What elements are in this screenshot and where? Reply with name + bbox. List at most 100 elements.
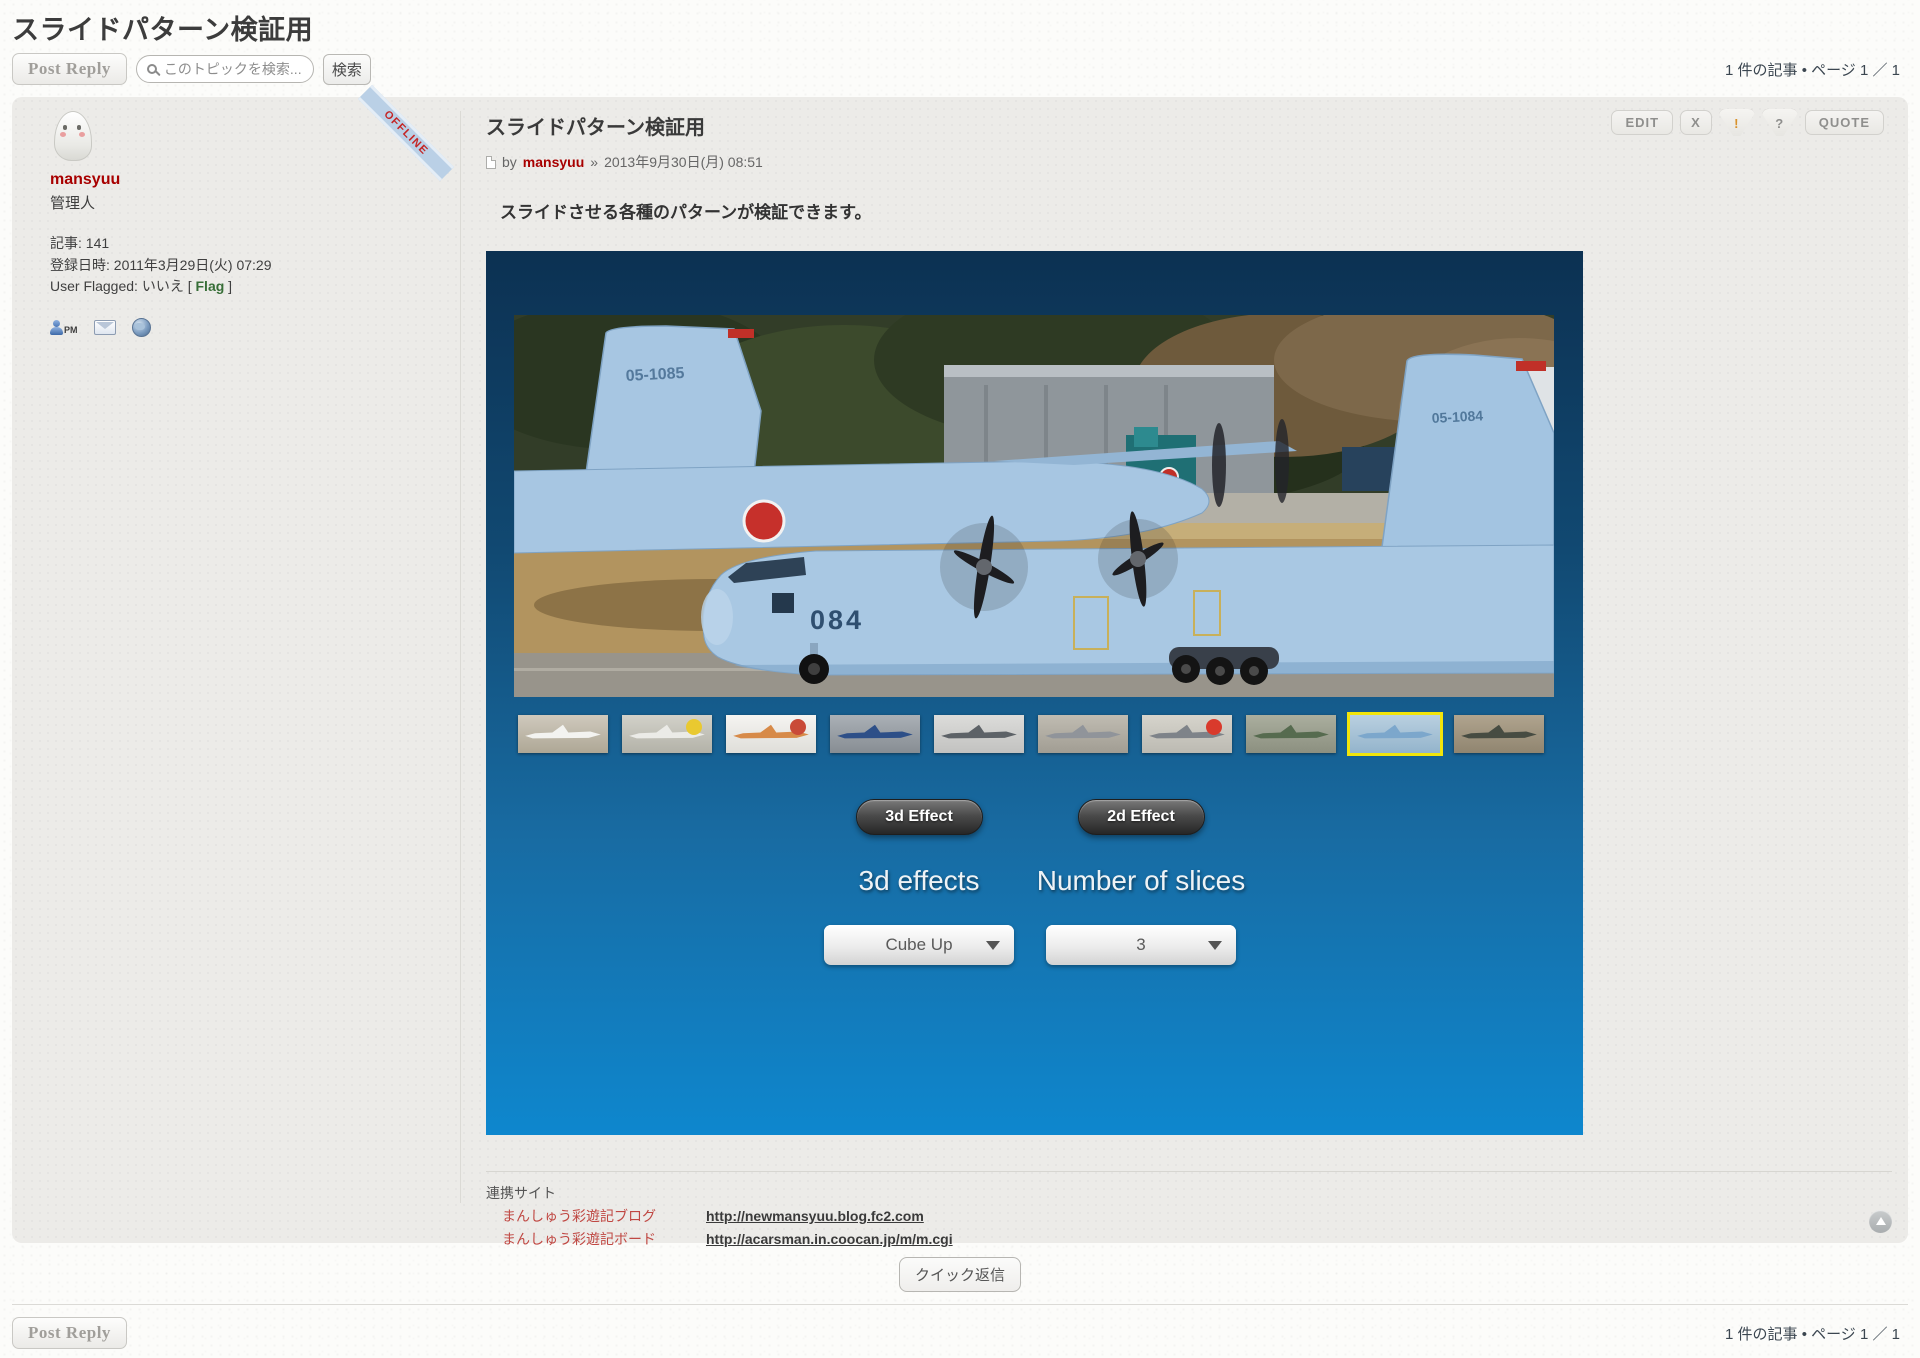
post-text: スライドさせる各種のパターンが検証できます。	[500, 198, 1892, 223]
thumbnail-aircraft-shape	[941, 722, 1017, 746]
post-meta: by mansyuu » 2013年9月30日(月) 08:51	[486, 152, 1892, 172]
pagination-top: 1 件の記事 • ページ 1 ／ 1	[1725, 59, 1908, 80]
author-username-link[interactable]: mansyuu	[50, 171, 120, 189]
scroll-to-top-icon[interactable]	[1869, 1210, 1892, 1233]
information-button[interactable]: ?	[1762, 109, 1798, 136]
author-rank: 管理人	[50, 192, 440, 213]
thumbnail-accent	[1206, 719, 1222, 735]
report-button[interactable]: !	[1719, 109, 1755, 136]
flag-value: いいえ	[142, 278, 184, 294]
tail-number-front: 05-1084	[1431, 407, 1483, 426]
flag-label: User Flagged:	[50, 278, 138, 294]
thumbnail-dark-blue-f2[interactable]	[830, 715, 920, 753]
posts-label: 記事:	[50, 235, 82, 251]
search-input[interactable]	[164, 61, 303, 77]
email-icon[interactable]	[94, 320, 116, 335]
effects-column-2d: 2d Effect Number of slices 3	[1021, 799, 1261, 965]
meta-by: by	[502, 154, 517, 170]
main-photo-c130-aircraft[interactable]: 05-1085 05-1084	[514, 315, 1554, 697]
page-title: スライドパターン検証用	[12, 8, 1920, 47]
thumbnail-jet-with-yellow-tulip[interactable]	[622, 715, 712, 753]
flag-link[interactable]: Flag	[196, 278, 225, 294]
signature-row: まんしゅう彩遊記ボード http://acarsman.in.coocan.jp…	[486, 1228, 1892, 1251]
chevron-down-icon	[986, 941, 1000, 950]
chevron-down-icon	[1208, 941, 1222, 950]
quick-reply-button[interactable]: クイック返信	[899, 1257, 1021, 1292]
hinomaru-roundel	[744, 501, 784, 541]
thumbnail-ground-vehicles[interactable]	[1454, 715, 1544, 753]
pm-label: PM	[64, 325, 78, 335]
joined-row: 登録日時: 2011年3月29日(火) 07:29	[50, 255, 440, 277]
signature-row: まんしゅう彩遊記ブログ http://newmansyuu.blog.fc2.c…	[486, 1205, 1892, 1228]
thumbnail-aircraft-shape	[1357, 722, 1433, 746]
post-reply-button-top[interactable]: Post Reply	[12, 53, 127, 85]
3d-effect-button[interactable]: 3d Effect	[856, 799, 983, 835]
posts-count-row: 記事: 141	[50, 233, 440, 255]
signature-site-name: まんしゅう彩遊記ブログ	[502, 1205, 692, 1228]
flag-bracket: [	[188, 278, 192, 294]
3d-effect-select[interactable]: Cube Up	[824, 925, 1014, 965]
thumbnail-white-jet-runway[interactable]	[518, 715, 608, 753]
meta-date: 2013年9月30日(月) 08:51	[604, 152, 763, 172]
bottom-toolbar: Post Reply 1 件の記事 • ページ 1 ／ 1	[12, 1315, 1908, 1351]
thumbnail-aircraft-shape	[837, 722, 913, 746]
website-globe-icon[interactable]	[132, 318, 151, 337]
signature-link-blog[interactable]: http://newmansyuu.blog.fc2.com	[706, 1205, 924, 1228]
search-icon	[147, 64, 157, 74]
thumbnail-f4-red-starburst[interactable]	[1142, 715, 1232, 753]
thumbnail-strip	[518, 715, 1552, 753]
thumbnail-orange-white-test-jet[interactable]	[726, 715, 816, 753]
author-profile: mansyuu 管理人 記事: 141 登録日時: 2011年3月29日(火) …	[50, 109, 440, 337]
post-action-buttons: EDIT X ! ? QUOTE	[1611, 109, 1884, 136]
joined-value: 2011年3月29日(火) 07:29	[114, 257, 272, 273]
footer-divider	[12, 1304, 1908, 1305]
post-page-icon[interactable]	[486, 156, 496, 169]
slices-select[interactable]: 3	[1046, 925, 1236, 965]
tail-number-rear: 05-1085	[625, 365, 685, 385]
slices-selected-value: 3	[1136, 935, 1145, 955]
2d-effect-button[interactable]: 2d Effect	[1078, 799, 1205, 835]
meta-author-link[interactable]: mansyuu	[523, 154, 584, 170]
meta-separator: »	[590, 154, 598, 170]
quote-button[interactable]: QUOTE	[1805, 110, 1884, 135]
profile-content-divider	[460, 111, 461, 1203]
thumbnail-blue-c130-pair[interactable]	[1350, 715, 1440, 753]
slideshow-widget: 05-1085 05-1084	[486, 251, 1583, 1135]
search-button[interactable]: 検索	[323, 54, 371, 85]
thumbnail-green-c1-transport[interactable]	[1246, 715, 1336, 753]
ghost-eye	[63, 125, 67, 130]
avatar[interactable]	[50, 109, 96, 165]
quick-reply-bar: クイック返信	[0, 1243, 1920, 1304]
thumbnail-aircraft-shape	[1253, 722, 1329, 746]
post-body: EDIT X ! ? QUOTE スライドパターン検証用 by mansyuu …	[486, 107, 1892, 1251]
post-reply-button-bottom[interactable]: Post Reply	[12, 1317, 127, 1349]
post-panel: mansyuu 管理人 記事: 141 登録日時: 2011年3月29日(火) …	[12, 97, 1908, 1243]
thumbnail-aircraft-shape	[525, 722, 601, 746]
pagination-bottom: 1 件の記事 • ページ 1 ／ 1	[1725, 1323, 1908, 1344]
thumbnail-gray-f15-flying[interactable]	[934, 715, 1024, 753]
delete-button[interactable]: X	[1680, 110, 1712, 135]
topic-search-box[interactable]	[136, 55, 314, 83]
joined-label: 登録日時:	[50, 257, 110, 273]
thumbnail-gray-jet-taxiing[interactable]	[1038, 715, 1128, 753]
thumbnail-accent	[686, 719, 702, 735]
top-toolbar: Post Reply 検索 1 件の記事 • ページ 1 ／ 1	[12, 51, 1908, 87]
signature-link-board[interactable]: http://acarsman.in.coocan.jp/m/m.cgi	[706, 1228, 953, 1251]
signature-divider	[486, 1171, 1892, 1172]
person-icon	[50, 320, 63, 335]
thumbnail-aircraft-shape	[1045, 722, 1121, 746]
nose-number: 084	[810, 605, 864, 635]
thumbnail-accent	[790, 719, 806, 735]
effects-column-3d: 3d Effect 3d effects Cube Up	[799, 799, 1039, 965]
signature-site-name: まんしゅう彩遊記ボード	[502, 1228, 692, 1251]
thumbnail-aircraft-shape	[1461, 722, 1537, 746]
posts-count: 141	[86, 235, 109, 251]
author-details: 記事: 141 登録日時: 2011年3月29日(火) 07:29 User F…	[50, 233, 440, 298]
signature-heading: 連携サイト	[486, 1182, 1892, 1205]
flag-row: User Flagged: いいえ [ Flag ]	[50, 276, 440, 298]
signature: 連携サイト まんしゅう彩遊記ブログ http://newmansyuu.blog…	[486, 1182, 1892, 1251]
private-message-icon[interactable]: PM	[50, 320, 78, 335]
hangar-roof	[944, 365, 1274, 379]
edit-button[interactable]: EDIT	[1611, 110, 1673, 135]
ghost-eye	[77, 125, 81, 130]
